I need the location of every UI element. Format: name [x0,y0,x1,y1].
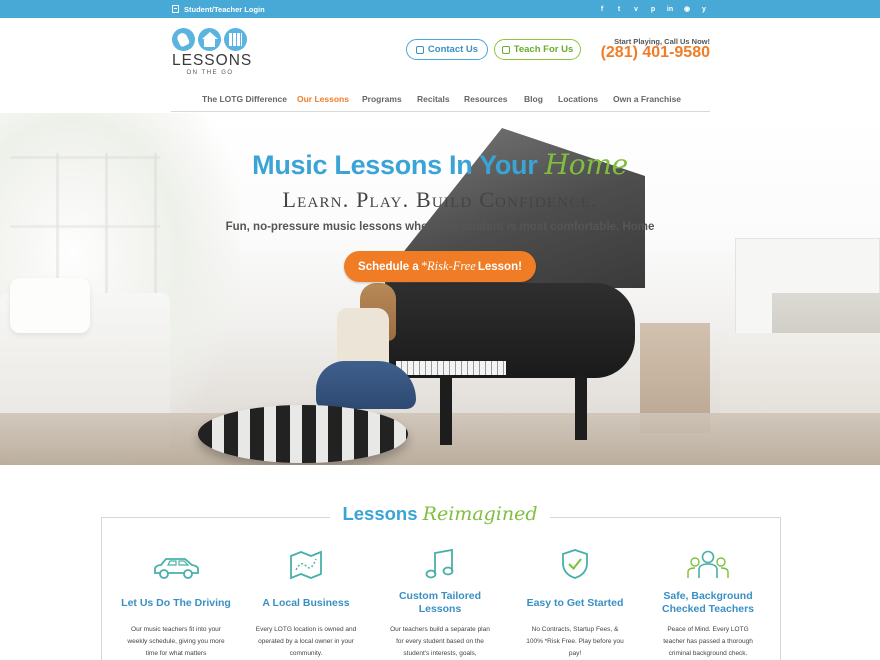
lessons-title-main: Lessons [342,503,423,524]
feature-background-checked: Safe, Background Checked Teachers Peace … [653,548,763,660]
lessons-title-accent: Reimagined [422,503,538,525]
nav-item-blog[interactable]: Blog [524,94,543,104]
teach-for-us-button[interactable]: Teach For Us [494,39,581,60]
feature-custom-lessons: Custom Tailored Lessons Our teachers bui… [385,548,495,660]
logo-subtext: ON THE GO [186,69,234,76]
feature-description: Our teachers build a separate plan for e… [390,626,490,657]
logo-text: LESSONS [172,52,253,69]
vimeo-icon[interactable]: v [632,5,640,13]
main-nav: The LOTG Difference Our Lessons Programs… [171,88,710,112]
login-icon [172,5,179,13]
twitter-icon[interactable]: t [615,5,623,13]
login-link[interactable]: Student/Teacher Login [172,0,265,18]
feature-description: Every LOTG location is owned and operate… [255,626,357,657]
piano-keys [396,361,506,375]
map-icon [251,548,361,580]
hero-description: Fun, no-pressure music lessons where the… [225,221,655,233]
girl-skirt [316,361,416,409]
feature-title: Easy to Get Started [526,596,624,609]
feature-description: No Contracts, Startup Fees, & 100% *Risk… [526,626,624,657]
top-bar [0,0,880,18]
car-icon [121,548,231,580]
contact-us-label: Contact Us [427,44,479,55]
hand-icon [172,28,195,51]
sofa-cushion [10,278,90,333]
people-icon [653,548,763,580]
cta-suffix: Lesson! [477,260,522,273]
contact-us-button[interactable]: Contact Us [406,39,488,60]
cta-prefix: Schedule a [358,260,419,273]
piano-leg [440,375,452,445]
girl-shirt [337,308,389,368]
lessons-title: Lessons Reimagined [342,503,538,525]
feature-description: Peace of Mind. Every LOTG teacher has pa… [663,626,753,657]
facebook-icon[interactable]: f [598,5,606,13]
pinterest-icon[interactable]: p [649,5,657,13]
striped-stool [198,405,408,463]
piano-keys-icon [224,28,247,51]
house-icon [198,28,221,51]
teacher-icon [501,45,510,54]
feature-easy-start: Easy to Get Started No Contracts, Startu… [520,548,630,660]
feature-driving: Let Us Do The Driving Our music teachers… [121,548,231,660]
login-label: Student/Teacher Login [184,4,265,14]
phone-icon [415,45,424,54]
nav-item-programs[interactable]: Programs [362,94,402,104]
nav-item-locations[interactable]: Locations [558,94,598,104]
feature-title: Safe, Background Checked Teachers [661,590,755,615]
hero-title-accent: Home [544,148,629,181]
schedule-lesson-button[interactable]: Schedule a *Risk-Free Lesson! [344,251,536,282]
site-logo[interactable]: LESSONS ON THE GO [172,28,256,82]
feature-local-business: A Local Business Every LOTG location is … [251,548,361,660]
feature-title: A Local Business [262,596,350,609]
hero-subtitle: Learn. Play. Build Confidence. [282,187,598,212]
feature-description: Our music teachers fit into your weekly … [127,626,225,657]
cta-accent: *Risk-Free [420,259,476,273]
shield-check-icon [520,548,630,580]
teach-for-us-label: Teach For Us [513,44,574,55]
nav-item-own-a-franchise[interactable]: Own a Franchise [613,94,681,104]
logo-icons [172,28,256,51]
nav-item-resources[interactable]: Resources [464,94,507,104]
nav-item-lotg-difference[interactable]: The LOTG Difference [202,94,287,104]
linkedin-icon[interactable]: in [666,5,674,13]
nav-item-recitals[interactable]: Recitals [417,94,450,104]
lessons-section-heading: Lessons Reimagined [330,503,550,529]
phone-number[interactable]: (281) 401-9580 [597,44,710,62]
piano-leg [575,375,587,440]
feature-title: Let Us Do The Driving [121,596,231,609]
feature-title: Custom Tailored Lessons [398,590,482,615]
social-links: f t v p in ◉ y [598,0,708,18]
music-note-icon [385,548,495,580]
instagram-icon[interactable]: ◉ [683,5,691,13]
hero-title: Music Lessons In Your Home [0,148,880,181]
hero-title-main: Music Lessons In Your [252,150,545,180]
nav-item-our-lessons[interactable]: Our Lessons [297,94,349,104]
yelp-icon[interactable]: y [700,5,708,13]
